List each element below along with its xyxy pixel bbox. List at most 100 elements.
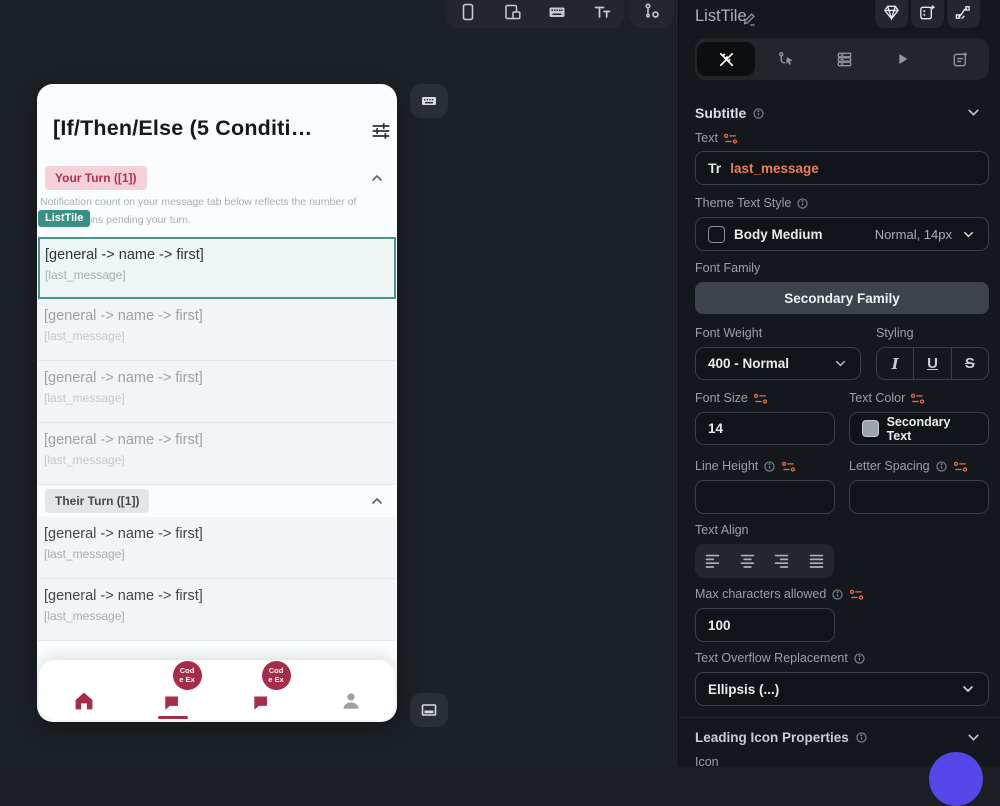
dock-bottom-button[interactable] (410, 693, 448, 727)
collapse-subtitle-icon[interactable] (965, 104, 982, 121)
styling-label: Styling (876, 326, 914, 340)
text-label-row: Text (695, 131, 738, 145)
info-icon (797, 197, 808, 209)
text-color-value: Secondary Text (886, 414, 951, 443)
list-tile[interactable]: [general -> name -> first] [last_message… (38, 361, 396, 423)
collapse-their-turn-icon[interactable] (369, 493, 385, 509)
tile-title: [general -> name -> first] (44, 370, 203, 386)
nav-messages[interactable]: Cod e Ex (239, 661, 291, 713)
tile-title: [general -> name -> first] (44, 526, 203, 542)
line-height-input[interactable] (695, 480, 835, 514)
selected-widget-title: ListTile (695, 7, 747, 25)
person-icon (343, 693, 358, 709)
letter-spacing-input[interactable] (849, 480, 989, 514)
align-right-icon (775, 554, 789, 568)
text-scale-icon[interactable] (589, 0, 615, 24)
chevron-down-icon (964, 231, 973, 237)
subtitle-text-field[interactable]: Tr last_message (695, 151, 989, 185)
nav-messages-active[interactable]: Cod e Ex (150, 661, 202, 719)
line-height-label-row: Line Height (695, 459, 796, 473)
section-title: Subtitle (695, 105, 747, 121)
max-chars-label-row: Max characters allowed (695, 587, 864, 601)
overflow-label-row: Text Overflow Replacement (695, 651, 866, 665)
rename-widget-button[interactable] (740, 10, 758, 28)
font-size-input[interactable]: 14 (695, 412, 835, 445)
theme-style-checkbox[interactable] (708, 225, 725, 243)
collapse-your-turn-icon[interactable] (369, 170, 385, 186)
icon-picker-button[interactable] (929, 752, 983, 806)
add-widget-button[interactable] (911, 0, 944, 28)
tile-subtitle: [last_message] (44, 609, 125, 623)
max-chars-label: Max characters allowed (695, 587, 827, 601)
theme-settings-button[interactable] (875, 0, 908, 28)
tile-title: [general -> name -> first] (45, 247, 204, 263)
list-tile[interactable]: [general -> name -> first] [last_message… (38, 237, 396, 299)
set-from-variable-icon (723, 133, 738, 144)
tune-icon[interactable] (370, 120, 392, 142)
overflow-label: Text Overflow Replacement (695, 651, 848, 665)
animations-tab[interactable] (873, 38, 931, 80)
align-justify-button[interactable] (799, 544, 834, 578)
device-toolbar (446, 0, 624, 28)
align-right-button[interactable] (765, 544, 800, 578)
info-icon (832, 588, 843, 600)
tree-settings-button[interactable] (629, 0, 674, 28)
italic-button[interactable]: I (877, 348, 913, 379)
list-tile[interactable]: [general -> name -> first] [last_message… (38, 579, 396, 641)
overflow-dropdown[interactable]: Ellipsis (...) (695, 672, 989, 706)
design-icon (719, 52, 733, 66)
list-tile[interactable]: [general -> name -> first] [last_message… (38, 517, 396, 579)
collapse-leading-icon-icon[interactable] (965, 729, 982, 746)
set-from-variable-icon (850, 589, 864, 600)
documentation-tab[interactable] (931, 38, 989, 80)
font-weight-label: Font Weight (695, 326, 763, 340)
font-weight-dropdown[interactable]: 400 - Normal (695, 347, 861, 380)
list-tile[interactable]: [general -> name -> first] [last_message… (38, 299, 396, 361)
info-icon (854, 652, 865, 664)
set-from-variable-icon (782, 461, 796, 472)
color-swatch (862, 420, 879, 437)
properties-tab[interactable] (697, 42, 755, 76)
text-color-button[interactable]: Secondary Text (849, 412, 989, 445)
section-title: Leading Icon Properties (695, 730, 849, 745)
align-center-button[interactable] (730, 544, 765, 578)
selection-badge: ListTile (38, 210, 91, 227)
your-turn-chip: Your Turn ([1]) (45, 166, 147, 190)
set-from-variable-icon (911, 393, 925, 404)
keyboard-toggle-button[interactable] (410, 84, 448, 118)
tile-title: [general -> name -> first] (44, 588, 203, 604)
max-chars-input[interactable]: 100 (695, 608, 835, 642)
underline-button[interactable]: U (913, 348, 950, 379)
nav-home[interactable] (61, 667, 107, 713)
phone-icon[interactable] (455, 0, 481, 24)
backend-tab[interactable] (815, 38, 873, 80)
keyboard-icon[interactable] (544, 0, 570, 24)
set-from-variable-icon (953, 461, 967, 472)
list-tile[interactable]: [general -> name -> first] [last_message… (38, 423, 396, 485)
database-icon (837, 52, 851, 66)
tile-subtitle: [last_message] (44, 329, 125, 343)
text-label: Text (695, 131, 718, 145)
theme-style-meta: Normal, 14px (874, 226, 952, 242)
line-height-label: Line Height (695, 459, 759, 473)
play-icon (899, 54, 908, 64)
section-divider (679, 717, 1000, 718)
panel-tabbar (695, 38, 989, 80)
theme-style-dropdown[interactable]: Body Medium Normal, 14px (695, 217, 989, 251)
text-color-label-row: Text Color (849, 391, 925, 405)
vector-spline-icon (955, 6, 970, 20)
nav-badge: Cod e Ex (172, 661, 202, 690)
align-left-button[interactable] (695, 544, 730, 578)
tile-title: [general -> name -> first] (44, 308, 203, 324)
nav-profile[interactable] (328, 667, 374, 713)
strikethrough-button[interactable]: S (950, 348, 988, 379)
info-icon (856, 732, 867, 743)
actions-tab[interactable] (757, 38, 815, 80)
align-justify-icon (809, 554, 824, 568)
subtitle-text-value: last_message (730, 160, 819, 176)
devices-icon[interactable] (500, 0, 526, 24)
vector-tools-button[interactable] (947, 0, 980, 28)
bottom-nav-bar: Cod e Ex Cod e Ex (39, 660, 395, 720)
font-family-button[interactable]: Secondary Family (695, 282, 989, 314)
text-type-icon: Tr (708, 160, 722, 176)
